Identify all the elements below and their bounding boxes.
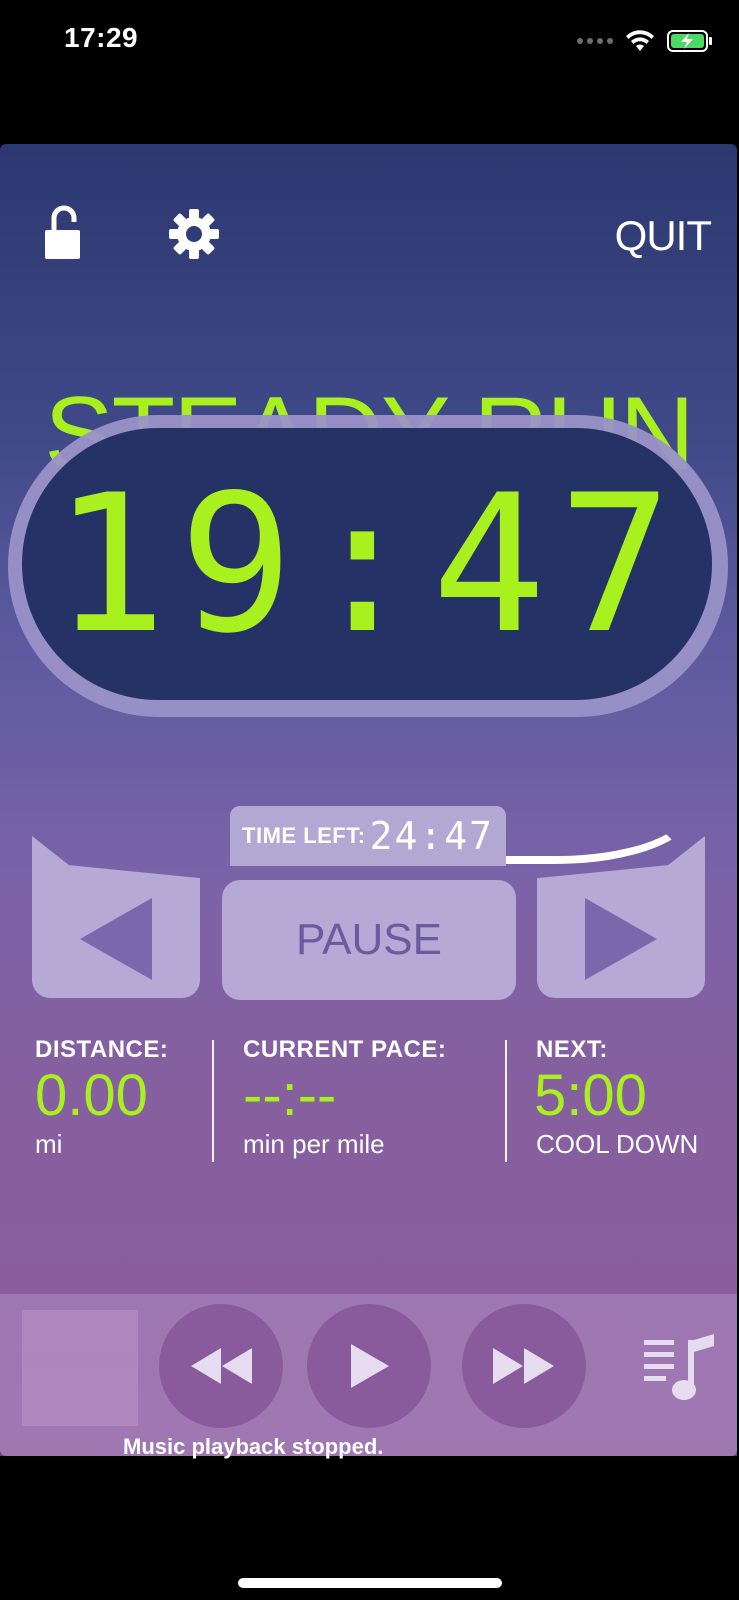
rewind-icon xyxy=(191,1348,252,1384)
pace-label: CURRENT PACE: xyxy=(243,1036,447,1063)
status-time: 17:29 xyxy=(64,22,139,53)
pace-stat: CURRENT PACE: --:-- min per mile xyxy=(243,1036,446,1160)
unlock-button[interactable] xyxy=(42,204,86,268)
music-controls: Music playback stopped. xyxy=(0,1294,737,1459)
settings-button[interactable] xyxy=(166,206,222,262)
next-unit: COOL DOWN xyxy=(536,1128,699,1159)
stat-divider xyxy=(212,1040,214,1162)
triangle-right-icon xyxy=(585,898,657,980)
playlist-button[interactable] xyxy=(640,1334,718,1406)
next-value: 5:00 xyxy=(534,1063,647,1128)
time-left-label: TIME LEFT: xyxy=(242,823,366,848)
fast-forward-button[interactable] xyxy=(462,1304,586,1428)
distance-value: 0.00 xyxy=(35,1063,148,1128)
playlist-icon xyxy=(644,1334,714,1400)
unlock-icon xyxy=(45,205,80,259)
time-left-value: 24:47 xyxy=(369,814,494,858)
prev-segment-button[interactable] xyxy=(32,880,200,998)
quit-button[interactable]: QUIT xyxy=(615,212,712,260)
next-segment-stat: NEXT: 5:00 COOL DOWN xyxy=(534,1036,699,1160)
album-art[interactable] xyxy=(22,1310,138,1426)
cellular-signal-icon xyxy=(577,38,613,44)
pace-value: --:-- xyxy=(243,1063,337,1128)
next-segment-button[interactable] xyxy=(537,880,705,998)
play-button[interactable] xyxy=(307,1304,431,1428)
battery-charging-icon xyxy=(667,30,712,52)
wifi-icon xyxy=(626,30,654,51)
distance-label: DISTANCE: xyxy=(35,1036,169,1063)
music-status: Music playback stopped. xyxy=(123,1434,384,1459)
stat-divider xyxy=(505,1040,507,1162)
triangle-left-icon xyxy=(80,898,152,980)
time-left-tab: TIME LEFT: 24:47 xyxy=(230,806,506,866)
distance-unit: mi xyxy=(35,1128,63,1159)
rewind-button[interactable] xyxy=(159,1304,283,1428)
home-indicator[interactable] xyxy=(238,1578,502,1588)
timer-value: 19:47 xyxy=(52,454,685,675)
play-icon xyxy=(351,1344,389,1388)
status-bar: 17:29 xyxy=(0,0,739,90)
pace-unit: min per mile xyxy=(243,1128,385,1159)
gear-icon xyxy=(169,209,219,259)
pause-button[interactable]: PAUSE xyxy=(222,880,516,1000)
next-label: NEXT: xyxy=(536,1036,608,1063)
workout-screen: QUIT STEADY RUN xyxy=(0,144,737,1456)
top-controls: QUIT xyxy=(0,204,737,274)
distance-stat: DISTANCE: 0.00 mi xyxy=(35,1036,168,1160)
status-indicators xyxy=(577,24,713,58)
fast-forward-icon xyxy=(493,1348,554,1384)
